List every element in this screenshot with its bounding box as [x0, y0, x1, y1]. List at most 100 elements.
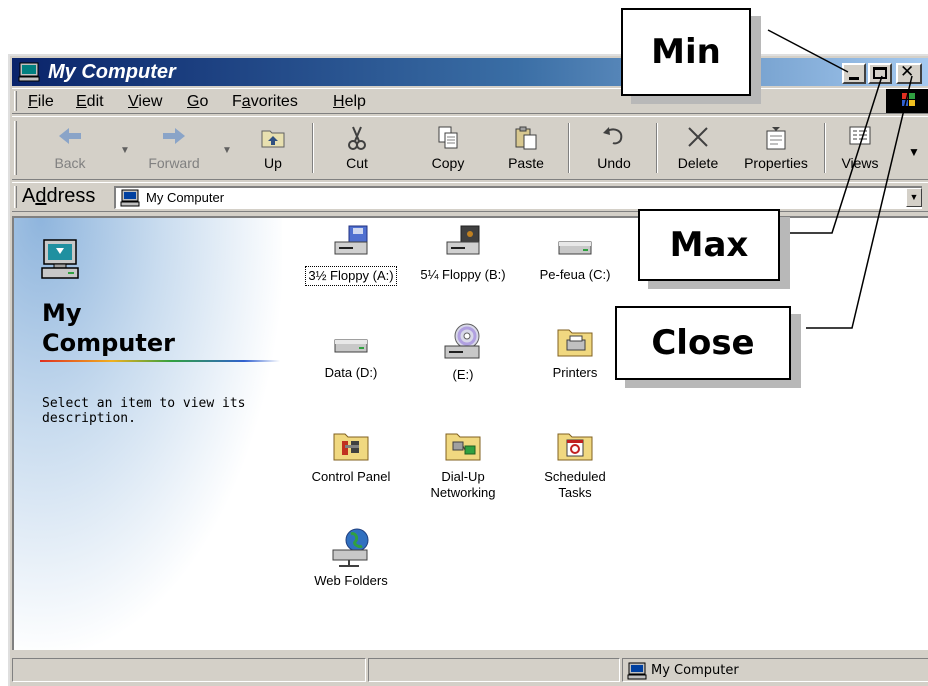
address-dropdown-button[interactable]: ▼ [906, 188, 922, 207]
minimize-button[interactable] [842, 63, 866, 84]
up-label: Up [264, 155, 282, 171]
standard-toolbar: Back ▼ Forward ▼ Up Cut Copy Paste Undo … [12, 116, 928, 180]
undo-label: Undo [597, 155, 631, 171]
properties-icon [766, 127, 786, 150]
icon-web-folders[interactable]: Web Folders [296, 526, 406, 590]
title-bar[interactable]: My Computer ✕ [12, 58, 928, 86]
content-area: My Computer Select an item to view its d… [12, 216, 928, 650]
undo-icon [603, 127, 623, 145]
pane-description: Select an item to view its description. [42, 396, 246, 426]
icon-printers[interactable]: Printers [520, 322, 630, 382]
menu-view[interactable]: View [128, 93, 162, 111]
address-input[interactable]: My Computer ▼ [114, 186, 922, 209]
forward-button[interactable]: Forward [136, 121, 212, 175]
menu-favorites[interactable]: Favorites [232, 93, 298, 111]
my-computer-icon [18, 62, 40, 82]
icon-floppy-a[interactable]: 3½ Floppy (A:) [296, 224, 406, 286]
forward-arrow-icon [163, 128, 185, 144]
cut-label: Cut [346, 155, 368, 171]
icon-label: Scheduled Tasks [544, 469, 606, 500]
paste-icon [515, 126, 537, 150]
cut-button[interactable]: Cut [332, 121, 382, 175]
delete-button[interactable]: Delete [670, 121, 726, 175]
properties-label: Properties [744, 155, 808, 171]
webview-left-pane: My Computer Select an item to view its d… [14, 218, 282, 650]
address-label: Address [22, 185, 96, 207]
icon-label: Control Panel [311, 469, 391, 484]
callout-close: Close [615, 306, 791, 380]
printers-folder-icon [557, 329, 593, 357]
icon-control-panel[interactable]: Control Panel [296, 426, 406, 486]
menu-file[interactable]: File [28, 93, 54, 111]
floppy-drive-icon [446, 225, 480, 255]
icon-label: Web Folders [314, 573, 388, 588]
callout-min: Min [621, 8, 751, 96]
status-bar: My Computer [12, 652, 928, 686]
back-arrow-icon [59, 128, 81, 144]
delete-x-icon [688, 127, 708, 147]
icon-label: Data (D:) [324, 365, 378, 380]
back-button[interactable]: Back [42, 121, 98, 175]
paste-label: Paste [508, 155, 544, 171]
screenshot-stage: My Computer ✕ File Edit View Go Favorite… [0, 0, 928, 686]
icon-label: Dial-Up Networking [430, 469, 496, 500]
pane-title: My Computer [42, 299, 175, 357]
views-icon [849, 126, 871, 145]
views-label: Views [841, 155, 879, 171]
toolbar-grip[interactable] [14, 121, 17, 175]
toolbar-separator [824, 123, 826, 173]
icon-label: Printers [552, 365, 598, 380]
toolbar-separator [312, 123, 314, 173]
icon-label: (E:) [452, 367, 474, 382]
menubar-grip[interactable] [14, 91, 17, 111]
hard-drive-icon [334, 339, 368, 353]
cd-drive-icon [444, 323, 480, 359]
my-computer-large-icon [40, 238, 80, 285]
icon-label: Pe-feua (C:) [539, 267, 611, 282]
icon-drive-c[interactable]: Pe-feua (C:) [520, 224, 630, 284]
callout-max: Max [638, 209, 780, 281]
copy-icon [438, 126, 458, 149]
icon-floppy-b[interactable]: 5¼ Floppy (B:) [408, 224, 518, 284]
paste-button[interactable]: Paste [498, 121, 554, 175]
maximize-button[interactable] [868, 63, 892, 84]
my-computer-icon [627, 662, 647, 685]
floppy-drive-icon [334, 225, 368, 255]
address-bar: Address My Computer ▼ [12, 182, 928, 212]
views-button[interactable]: Views [832, 121, 888, 175]
address-value: My Computer [146, 190, 225, 205]
close-button[interactable]: ✕ [896, 62, 922, 84]
menu-help[interactable]: Help [333, 93, 366, 111]
status-zone-text: My Computer [651, 663, 739, 678]
windows-logo-icon [886, 89, 928, 113]
menu-edit[interactable]: Edit [76, 93, 104, 111]
copy-button[interactable]: Copy [420, 121, 476, 175]
delete-label: Delete [677, 155, 719, 171]
undo-button[interactable]: Undo [586, 121, 642, 175]
up-button[interactable]: Up [248, 121, 298, 175]
window-title: My Computer [48, 61, 176, 83]
my-computer-icon [120, 189, 140, 212]
icon-drive-e[interactable]: (E:) [408, 322, 518, 384]
toolbar-separator [568, 123, 570, 173]
forward-dropdown-icon[interactable]: ▼ [222, 145, 232, 156]
forward-label: Forward [148, 155, 200, 171]
menu-go[interactable]: Go [187, 93, 208, 111]
icon-label: 5¼ Floppy (B:) [420, 267, 506, 282]
properties-button[interactable]: Properties [736, 121, 816, 175]
back-dropdown-icon[interactable]: ▼ [120, 145, 130, 156]
views-dropdown-icon[interactable]: ▼ [908, 145, 920, 159]
addressbar-grip[interactable] [14, 186, 17, 208]
close-icon: ✕ [900, 62, 915, 82]
icon-label: 3½ Floppy (A:) [305, 266, 397, 286]
status-panel-size [368, 658, 620, 682]
back-label: Back [54, 155, 86, 171]
scheduled-tasks-folder-icon [557, 433, 593, 461]
toolbar-separator [656, 123, 658, 173]
status-panel-zone: My Computer [622, 658, 928, 682]
menu-bar: File Edit View Go Favorites Help [12, 88, 928, 114]
icon-dialup-networking[interactable]: Dial-Up Networking [408, 426, 518, 502]
icon-drive-d[interactable]: Data (D:) [296, 322, 406, 382]
web-folders-icon [332, 528, 369, 567]
icon-scheduled-tasks[interactable]: Scheduled Tasks [520, 426, 630, 502]
